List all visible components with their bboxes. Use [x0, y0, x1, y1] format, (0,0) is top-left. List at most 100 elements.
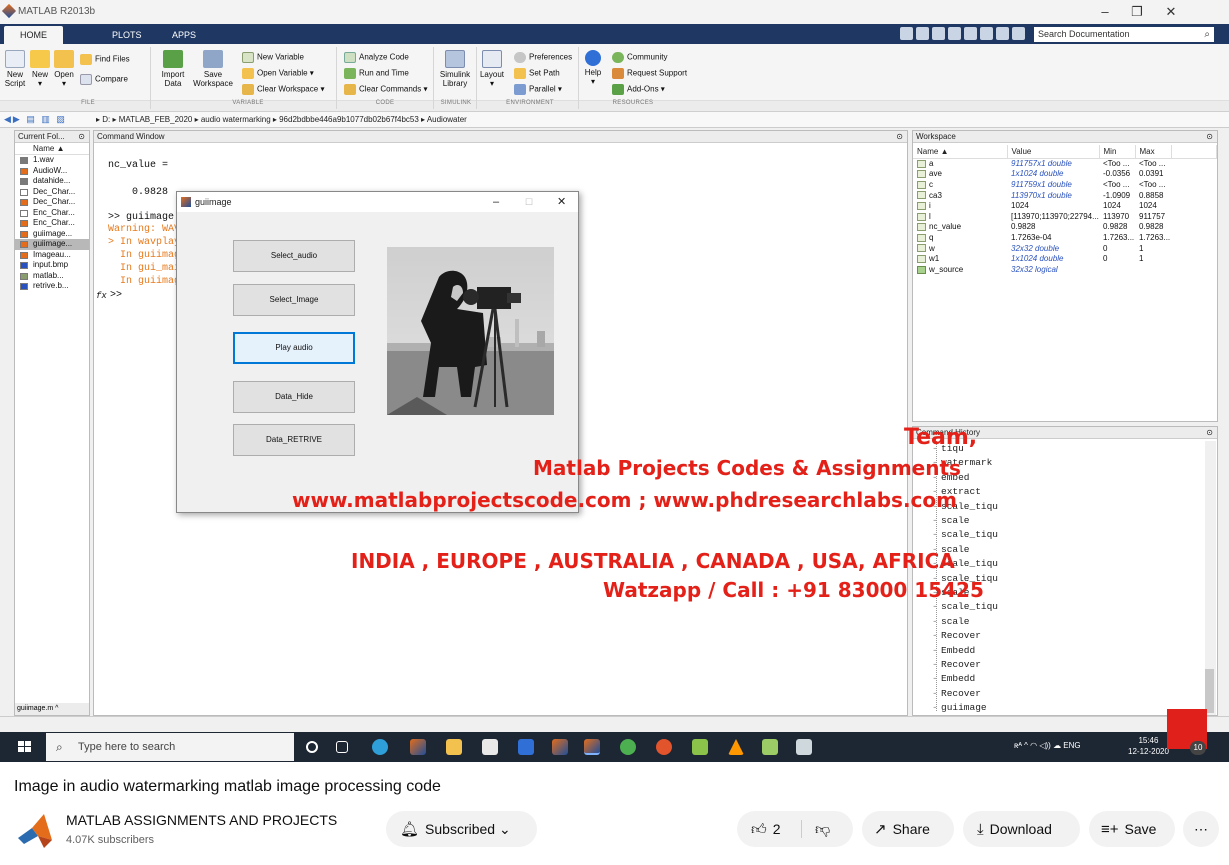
workspace-row[interactable]: ca3 113970x1 double -1.0909 0.8858 — [913, 190, 1217, 201]
history-item[interactable]: scale — [932, 616, 969, 627]
channel-name[interactable]: MATLAB ASSIGNMENTS AND PROJECTS — [66, 812, 337, 828]
edge-icon[interactable] — [372, 739, 388, 755]
mail-icon[interactable] — [518, 739, 534, 755]
gui-close-button[interactable]: ✕ — [557, 192, 566, 212]
save-button[interactable]: ≡+ Save — [1089, 811, 1175, 847]
preferences-button[interactable]: Preferences — [514, 52, 572, 63]
more-actions-button[interactable]: ⋯ — [1183, 811, 1219, 847]
history-scrollbar[interactable] — [1205, 441, 1216, 715]
set-path-button[interactable]: Set Path — [514, 68, 560, 79]
paste-icon[interactable] — [948, 27, 961, 40]
add-ons-button[interactable]: Add-Ons ▾ — [612, 84, 665, 95]
redo-icon[interactable] — [980, 27, 993, 40]
parallel-button[interactable]: Parallel ▾ — [514, 84, 562, 95]
notification-badge[interactable]: 10 — [1190, 741, 1206, 755]
col-min[interactable]: Min — [1099, 145, 1136, 159]
fx-icon[interactable]: fx — [96, 291, 107, 301]
notepad-icon[interactable] — [692, 739, 708, 755]
undo-icon[interactable] — [964, 27, 977, 40]
file-item[interactable]: 1.wav — [15, 155, 89, 166]
current-path[interactable]: ▸ D: ▸ MATLAB_FEB_2020 ▸ audio watermark… — [96, 115, 467, 124]
dislike-button[interactable]: 👎︎ — [815, 811, 836, 848]
gui-button-select-image[interactable]: Select_Image — [233, 284, 355, 316]
app-icon[interactable] — [762, 739, 778, 755]
col-name[interactable]: Name ▲ — [913, 145, 1008, 159]
history-item[interactable]: Recover — [932, 630, 981, 641]
nav-back-forward-icons[interactable]: ◀▶ ▤ ▥ ▧ — [4, 114, 67, 125]
language-indicator[interactable]: ENG — [1063, 741, 1080, 750]
history-item[interactable]: Embedd — [932, 645, 975, 656]
gui-button-data-retrive[interactable]: Data_RETRIVE — [233, 424, 355, 456]
file-item[interactable]: matlab... — [15, 271, 89, 282]
history-scroll-thumb[interactable] — [1205, 669, 1214, 713]
community-button[interactable]: Community — [612, 52, 667, 63]
new-variable-button[interactable]: New Variable — [242, 52, 304, 63]
name-column-header[interactable]: Name ▲ — [15, 143, 89, 155]
system-tray[interactable]: ʀᴬ ^ ◠ ◁)) ☁ ENG — [1014, 741, 1081, 750]
tab-home[interactable]: HOME — [4, 26, 63, 44]
workspace-row[interactable]: q 1.7263e-04 1.7263... 1.7263... — [913, 232, 1217, 243]
new-button[interactable]: New ▾ — [28, 50, 52, 88]
browser-icon[interactable] — [656, 739, 672, 755]
download-button[interactable]: ⤓ Download — [963, 811, 1080, 847]
app-icon[interactable] — [796, 739, 812, 755]
history-item[interactable]: scale_tiqu — [932, 601, 998, 612]
gui-button-data-hide[interactable]: Data_Hide — [233, 381, 355, 413]
guiimage-window[interactable]: guiimage – ☐ ✕ Select_audio Select_Image P… — [176, 191, 579, 513]
history-item[interactable]: scale — [932, 515, 969, 526]
file-item[interactable]: Enc_Char... — [15, 208, 89, 219]
close-button[interactable]: ✕ — [1156, 2, 1186, 22]
matlab-taskbar-icon[interactable] — [410, 739, 426, 755]
file-item[interactable]: input.bmp — [15, 260, 89, 271]
tab-plots[interactable]: PLOTS — [96, 26, 158, 44]
cw-stack-link[interactable]: In guiimag — [120, 250, 180, 261]
col-max[interactable]: Max — [1135, 145, 1172, 159]
find-files-button[interactable]: Find Files — [80, 54, 130, 65]
cut-icon[interactable] — [916, 27, 929, 40]
col-value[interactable]: Value — [1007, 145, 1100, 159]
file-explorer-icon[interactable] — [446, 739, 462, 755]
workspace-row[interactable]: ave 1x1024 double -0.0356 0.0391 — [913, 169, 1217, 180]
cortana-icon[interactable] — [306, 741, 318, 753]
gui-minimize-button[interactable]: – — [493, 192, 499, 212]
workspace-row[interactable]: l [113970;113970;22794... 113970 911757 — [913, 211, 1217, 222]
gui-maximize-button[interactable]: ☐ — [525, 192, 533, 212]
open-button[interactable]: Open ▾ — [52, 50, 76, 88]
file-item[interactable]: guiimage... — [15, 239, 89, 250]
analyze-code-button[interactable]: Analyze Code — [344, 52, 409, 63]
compare-button[interactable]: Compare — [80, 74, 128, 85]
file-item[interactable]: AudioW... — [15, 166, 89, 177]
workspace-row[interactable]: w_source 32x32 logical — [913, 264, 1217, 275]
save-workspace-button[interactable]: Save Workspace — [192, 50, 234, 88]
workspace-row[interactable]: a 911757x1 double <Too ... <Too ... — [913, 158, 1217, 169]
cw-stack-link[interactable]: > In wavplay — [108, 237, 180, 248]
channel-avatar[interactable] — [14, 810, 56, 852]
task-view-icon[interactable] — [336, 741, 348, 753]
workspace-row[interactable]: w1 1x1024 double 0 1 — [913, 253, 1217, 264]
address-bar[interactable]: ◀▶ ▤ ▥ ▧ ▸ D: ▸ MATLAB_FEB_2020 ▸ audio … — [0, 112, 1229, 128]
history-item[interactable]: Recover — [932, 688, 981, 699]
workspace-row[interactable]: c 911759x1 double <Too ... <Too ... — [913, 179, 1217, 190]
request-support-button[interactable]: Request Support — [612, 68, 687, 79]
cw-stack-link[interactable]: In gui_mai — [120, 263, 180, 274]
taskbar-search-input[interactable]: ⌕ Type here to search — [46, 733, 294, 761]
copy-icon[interactable] — [932, 27, 945, 40]
gui-button-play-audio[interactable]: Play audio — [233, 332, 355, 364]
help-button[interactable]: Help ▾ — [582, 50, 604, 86]
cw-prompt[interactable]: >> — [110, 290, 122, 301]
cw-stack-link[interactable]: In guiimag — [120, 276, 180, 287]
layout-button[interactable]: Layout ▾ — [478, 50, 506, 88]
gui-button-select-audio[interactable]: Select_audio — [233, 240, 355, 272]
windows-start-icon[interactable] — [18, 741, 32, 753]
matlab-active-taskbar-icon[interactable] — [584, 739, 600, 755]
history-item[interactable]: guiimage — [932, 702, 987, 713]
panel-menu-icon[interactable]: ⊙ — [896, 131, 903, 143]
search-documentation-input[interactable]: Search Documentation ⌕ — [1034, 27, 1214, 42]
like-button[interactable]: 👍︎ 2 — [751, 811, 780, 848]
history-item[interactable]: scale_tiqu — [932, 529, 998, 540]
matlab-taskbar-icon[interactable] — [552, 739, 568, 755]
workspace-row[interactable]: i 1024 1024 1024 — [913, 200, 1217, 211]
tab-apps[interactable]: APPS — [156, 26, 212, 44]
file-details-bar[interactable]: guiimage.m ^ — [15, 703, 89, 715]
history-item[interactable]: Recover — [932, 659, 981, 670]
